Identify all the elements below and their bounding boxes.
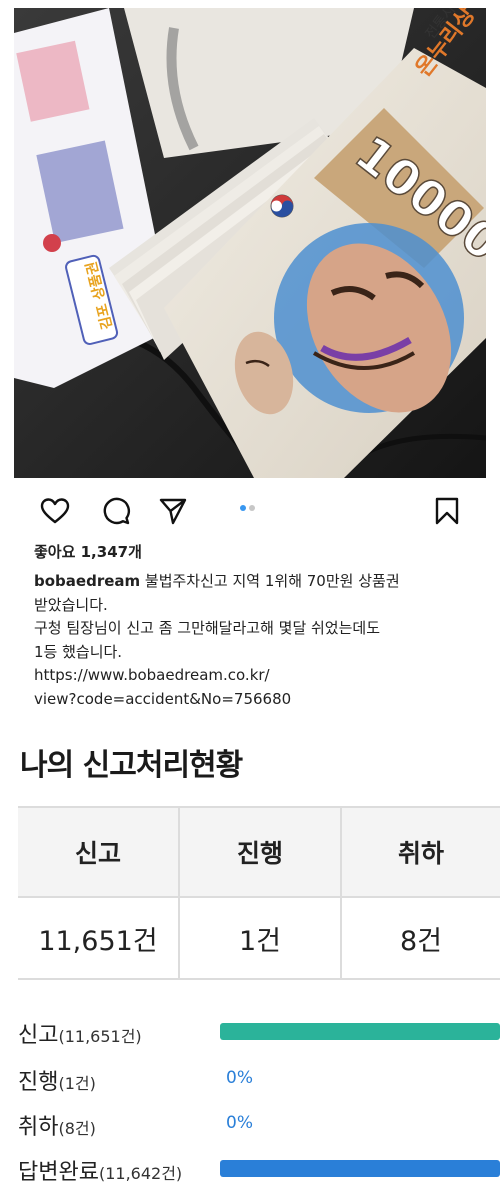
post-action-bar [0,488,500,534]
stats-value: 8건 [399,925,443,957]
progress-name: 신고 [18,1023,59,1048]
carousel-dot [249,505,255,511]
caption-line-1: bobaedream 불법주차신고 지역 1위해 70만원 상품권 [34,570,474,594]
progress-label: 답변완료(11,642건) [18,1154,182,1186]
report-status-title: 나의 신고처리현황 [20,748,243,783]
progress-row-answered: 답변완료(11,642건) [18,1150,500,1186]
progress-bar [220,1023,500,1040]
progress-label: 취하(8건) [18,1109,96,1141]
progress-count: (11,651건) [58,1027,142,1046]
progress-name: 답변완료 [18,1160,99,1185]
progress-count: (8건) [58,1119,96,1138]
progress-row-report: 신고(11,651건) [18,1013,500,1049]
progress-bar [220,1160,500,1177]
stats-column-withdrawn: 취하 8건 [342,808,500,978]
post-photo: 김포 상품권 10000 전통시장 및 온누리상 [14,8,486,478]
comment-icon[interactable] [101,496,131,526]
stats-header: 진행 [180,808,340,898]
progress-percent: 0% [226,1113,253,1133]
caption-link[interactable]: https://www.bobaedream.co.kr/ [34,664,474,688]
carousel-dot-active [240,505,246,511]
progress-count: (1건) [58,1074,96,1093]
likes-count[interactable]: 좋아요 1,347개 [34,541,142,562]
report-stats-table: 신고 11,651건 진행 1건 취하 8건 [18,806,500,980]
progress-name: 취하 [18,1115,59,1140]
caption-link[interactable]: view?code=accident&No=756680 [34,688,474,712]
stats-value: 1건 [238,925,282,957]
share-icon[interactable] [158,496,188,526]
caption-line: 1등 했습니다. [34,642,123,661]
progress-row-withdrawn: 취하(8건) 0% [18,1105,500,1141]
post-caption: bobaedream 불법주차신고 지역 1위해 70만원 상품권 받았습니다.… [34,570,474,711]
stats-value: 11,651건 [38,925,158,957]
stats-column-report: 신고 11,651건 [18,808,178,978]
stats-header: 신고 [18,808,178,898]
progress-name: 진행 [18,1070,59,1095]
progress-row-progress: 진행(1건) 0% [18,1060,500,1096]
progress-percent: 0% [226,1068,253,1088]
post-username[interactable]: bobaedream [34,572,140,590]
progress-label: 신고(11,651건) [18,1017,142,1049]
caption-text: 불법주차신고 지역 1위해 70만원 상품권 [140,572,400,590]
caption-line: 받았습니다. [34,595,108,614]
stats-header: 취하 [342,808,500,898]
stats-column-progress: 진행 1건 [178,808,342,978]
bookmark-icon[interactable] [432,496,462,526]
caption-line: 구청 팀장님이 신고 좀 그만해달라고해 몇달 쉬었는데도 [34,619,381,637]
voucher-photo-illustration: 김포 상품권 10000 전통시장 및 온누리상 [14,8,486,478]
progress-count: (11,642건) [98,1164,183,1183]
heart-icon[interactable] [40,496,70,526]
progress-label: 진행(1건) [18,1064,96,1096]
